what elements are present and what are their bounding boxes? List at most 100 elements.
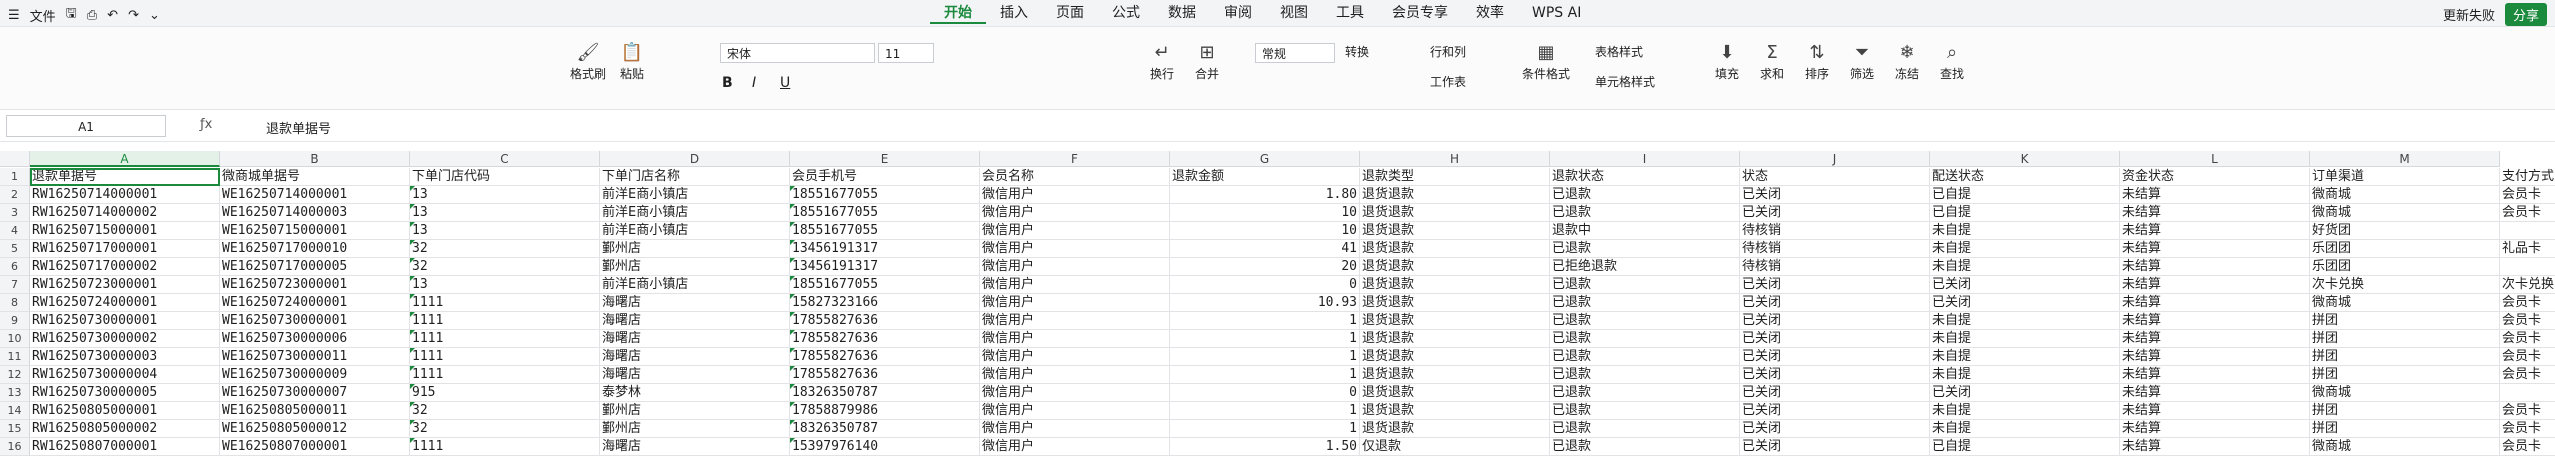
column-header-I[interactable]: I [1550, 151, 1740, 167]
table-cell[interactable]: RW16250730000002 [30, 330, 220, 348]
table-cell[interactable]: WE16250807000001 [220, 438, 410, 456]
table-cell[interactable]: 会员卡 [2500, 420, 2555, 438]
underline-button[interactable]: U [780, 75, 790, 91]
table-cell[interactable]: WE16250714000001 [220, 186, 410, 204]
table-cell[interactable]: RW16250714000001 [30, 186, 220, 204]
number-format-select[interactable]: 常规 [1255, 43, 1335, 63]
table-cell[interactable]: 退货退款 [1360, 402, 1550, 420]
tab-10[interactable]: WPS AI [1518, 4, 1595, 24]
table-cell[interactable]: 17855827636 [790, 366, 980, 384]
tab-6[interactable]: 视图 [1266, 4, 1322, 24]
header-cell[interactable]: 配送状态 [1930, 168, 2120, 186]
table-cell[interactable]: 微信用户 [980, 384, 1170, 402]
table-cell[interactable]: 鄞州店 [600, 420, 790, 438]
filter-button[interactable]: ⏷ 筛选 [1850, 41, 1874, 82]
table-cell[interactable]: 次卡兑换 [2500, 276, 2555, 294]
table-cell[interactable]: 微信用户 [980, 312, 1170, 330]
table-cell[interactable]: 退货退款 [1360, 330, 1550, 348]
table-cell[interactable]: 微商城 [2310, 186, 2500, 204]
table-cell[interactable]: 礼品卡 [2500, 240, 2555, 258]
table-cell[interactable]: 未自提 [1930, 312, 2120, 330]
table-cell[interactable]: 退货退款 [1360, 186, 1550, 204]
table-cell[interactable]: 微信用户 [980, 186, 1170, 204]
table-cell[interactable]: 已退款 [1550, 276, 1740, 294]
table-cell[interactable]: 已关闭 [1740, 348, 1930, 366]
table-cell[interactable]: WE16250714000003 [220, 204, 410, 222]
table-cell[interactable]: 32 [410, 420, 600, 438]
table-cell[interactable]: 微信用户 [980, 258, 1170, 276]
table-cell[interactable]: 海曙店 [600, 294, 790, 312]
table-cell[interactable]: 10.93 [1170, 294, 1360, 312]
table-cell[interactable]: 15397976140 [790, 438, 980, 456]
table-cell[interactable]: 微商城 [2310, 384, 2500, 402]
table-cell[interactable]: 微商城 [2310, 204, 2500, 222]
header-cell[interactable]: 下单门店代码 [410, 168, 600, 186]
table-cell[interactable]: 海曙店 [600, 348, 790, 366]
table-cell[interactable]: 已关闭 [1740, 366, 1930, 384]
table-cell[interactable]: 1111 [410, 312, 600, 330]
table-cell[interactable]: 拼团 [2310, 330, 2500, 348]
table-cell[interactable]: WE16250723000001 [220, 276, 410, 294]
table-cell[interactable]: 未结算 [2120, 258, 2310, 276]
table-cell[interactable]: 18326350787 [790, 420, 980, 438]
table-cell[interactable]: 18551677055 [790, 204, 980, 222]
table-cell[interactable]: WE16250730000006 [220, 330, 410, 348]
table-cell[interactable]: 微商城 [2310, 294, 2500, 312]
table-cell[interactable]: 会员卡 [2500, 438, 2555, 456]
redo-icon[interactable]: ↷ [128, 8, 139, 23]
table-cell[interactable]: 微信用户 [980, 276, 1170, 294]
cell-style-button[interactable]: 单元格样式 [1595, 73, 1655, 90]
row-header[interactable]: 15 [0, 420, 30, 438]
table-cell[interactable]: 未自提 [1930, 240, 2120, 258]
table-cell[interactable]: 会员卡 [2500, 402, 2555, 420]
table-cell[interactable]: 已关闭 [1930, 294, 2120, 312]
column-header-K[interactable]: K [1930, 151, 2120, 167]
table-cell[interactable]: 待核销 [1740, 240, 1930, 258]
table-cell[interactable]: 13 [410, 204, 600, 222]
header-cell[interactable]: 会员名称 [980, 168, 1170, 186]
table-cell[interactable]: 未结算 [2120, 294, 2310, 312]
table-cell[interactable]: RW16250730000001 [30, 312, 220, 330]
file-menu[interactable]: 文件 [30, 6, 56, 25]
table-cell[interactable]: 1 [1170, 366, 1360, 384]
share-button[interactable]: 分享 [2504, 3, 2547, 26]
table-cell[interactable]: 915 [410, 384, 600, 402]
table-cell[interactable]: 待核销 [1740, 222, 1930, 240]
table-cell[interactable]: 会员卡 [2500, 204, 2555, 222]
sort-button[interactable]: ⇅ 排序 [1805, 41, 1829, 82]
table-cell[interactable]: 已退款 [1550, 240, 1740, 258]
tab-7[interactable]: 工具 [1322, 4, 1378, 24]
table-cell[interactable]: 前洋E商小镇店 [600, 222, 790, 240]
header-cell[interactable]: 支付方式 [2500, 168, 2555, 186]
table-cell[interactable]: 13456191317 [790, 258, 980, 276]
header-cell[interactable]: 会员手机号 [790, 168, 980, 186]
header-cell[interactable]: 退款金额 [1170, 168, 1360, 186]
font-size-select[interactable]: 11 [878, 43, 934, 63]
table-cell[interactable]: 仅退款 [1360, 438, 1550, 456]
table-cell[interactable]: 微信用户 [980, 222, 1170, 240]
row-header[interactable]: 14 [0, 402, 30, 420]
table-cell[interactable]: RW16250730000003 [30, 348, 220, 366]
table-cell[interactable]: 未结算 [2120, 366, 2310, 384]
table-cell[interactable]: 已退款 [1550, 420, 1740, 438]
header-cell[interactable]: 订单渠道 [2310, 168, 2500, 186]
table-cell[interactable]: 退货退款 [1360, 384, 1550, 402]
table-cell[interactable]: 微信用户 [980, 294, 1170, 312]
table-cell[interactable]: RW16250717000002 [30, 258, 220, 276]
table-cell[interactable]: 1.50 [1170, 438, 1360, 456]
table-cell[interactable]: 已关闭 [1740, 276, 1930, 294]
table-cell[interactable]: 退货退款 [1360, 366, 1550, 384]
table-cell[interactable]: 1.80 [1170, 186, 1360, 204]
table-cell[interactable] [2500, 222, 2555, 240]
table-cell[interactable]: 前洋E商小镇店 [600, 186, 790, 204]
table-cell[interactable]: 退货退款 [1360, 258, 1550, 276]
column-header-L[interactable]: L [2120, 151, 2310, 167]
table-cell[interactable]: 微信用户 [980, 402, 1170, 420]
save-icon[interactable]: 🖫 [66, 4, 77, 26]
column-header-M[interactable]: M [2310, 151, 2500, 167]
table-cell[interactable]: 1 [1170, 348, 1360, 366]
update-status[interactable]: 更新失败 [2443, 5, 2495, 24]
italic-button[interactable]: I [752, 75, 756, 91]
row-header[interactable]: 8 [0, 294, 30, 312]
row-header[interactable]: 5 [0, 240, 30, 258]
